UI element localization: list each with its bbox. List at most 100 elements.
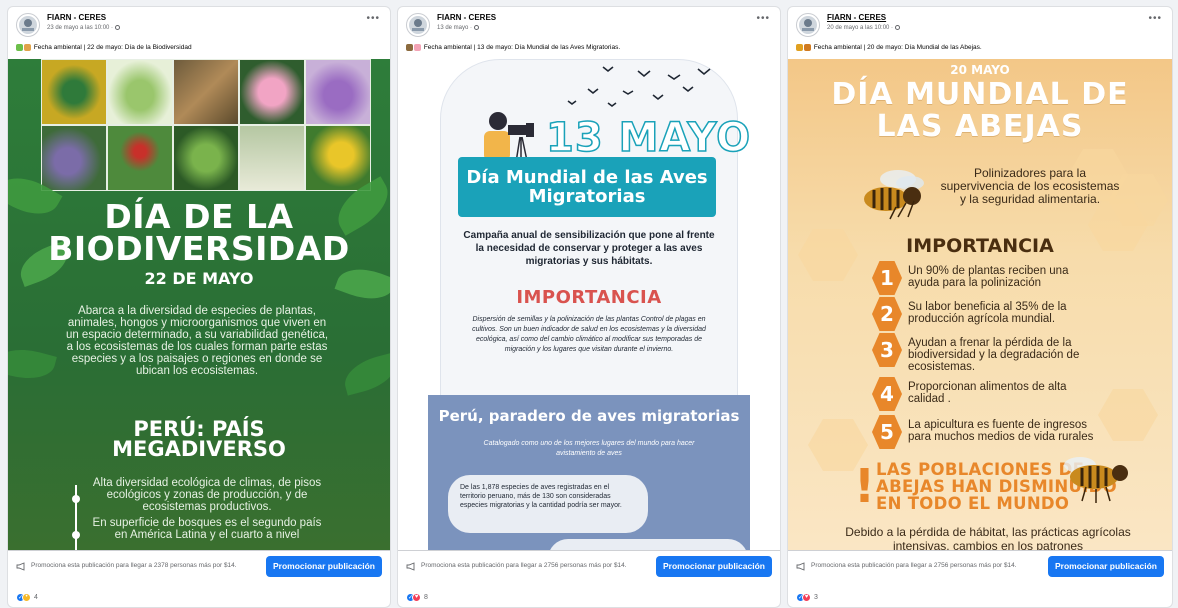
- more-dots-icon: •••: [366, 13, 380, 24]
- photo-fern: [173, 125, 239, 191]
- globe-icon: [473, 24, 479, 30]
- timeline-dot: [72, 531, 80, 539]
- bees-tail-text: Debido a la pérdida de hábitat, las prác…: [845, 525, 1131, 550]
- photo-thistle: [41, 125, 107, 191]
- post-card-biodiversidad: FIARN - CERES 23 de mayo a las 10:00 · •…: [7, 6, 391, 608]
- post-image[interactable]: DÍA DE LA BIODIVERSIDAD 22 DE MAYO Abarc…: [8, 59, 390, 550]
- caption-text: Fecha ambiental | 22 de mayo: Día de la …: [33, 44, 192, 51]
- photo-mosquito: [239, 125, 305, 191]
- more-dots-icon: •••: [756, 13, 770, 24]
- reaction-count[interactable]: 4: [34, 594, 38, 601]
- bees-item-text: Su labor beneficia al 35% de la producci…: [908, 301, 1067, 325]
- bee-emoji-icon: [796, 43, 803, 51]
- photo-yellow-flower: [305, 125, 371, 191]
- more-options-button[interactable]: •••: [366, 13, 380, 24]
- bird-emoji-icon: [406, 43, 413, 51]
- bees-item-text: La apicultura es fuente de ingresos para…: [908, 419, 1094, 443]
- post-header: FIARN - CERES 13 de mayo · •••: [398, 7, 780, 43]
- care-icon: •: [22, 592, 31, 602]
- post-time[interactable]: 20 de mayo a las 10:00 ·: [827, 24, 900, 33]
- bees-pollinators-text: Polinizadores para la supervivencia de l…: [940, 166, 1120, 206]
- page-name[interactable]: FIARN - CERES: [437, 13, 496, 23]
- promo-bar: Promociona esta publicación para llegar …: [8, 550, 390, 581]
- bio-description: Abarca a la diversidad de especies de pl…: [65, 305, 329, 377]
- bees-item-1: 1 Un 90% de plantas reciben una ayuda pa…: [872, 261, 1102, 295]
- honeycomb-decoration: [1098, 389, 1158, 441]
- page-name[interactable]: FIARN - CERES: [47, 13, 120, 23]
- more-options-button[interactable]: •••: [1148, 13, 1162, 24]
- birds-importance-text: Dispersión de semillas y la polinización…: [472, 316, 706, 353]
- reaction-summary[interactable]: ✓ ♥ 8: [406, 587, 428, 607]
- leaf-decoration: [8, 342, 57, 386]
- bio-subtitle-line2: MEGADIVERSO: [112, 437, 286, 461]
- promo-bar: Promociona esta publicación para llegar …: [788, 550, 1172, 581]
- post-card-abejas: FIARN - CERES 20 de mayo a las 10:00 · •…: [787, 6, 1173, 608]
- bio-title-line2: BIODIVERSIDAD: [48, 229, 350, 268]
- bees-may-label: 20 MAYO: [950, 63, 1010, 77]
- peru-subtitle: Catalogado como uno de los mejores lugar…: [483, 440, 695, 457]
- honey-emoji-icon: [804, 43, 811, 51]
- post-image[interactable]: 13 MAYO Día Mundial de las Aves Migrator…: [398, 59, 780, 550]
- love-icon: ♥: [802, 592, 811, 602]
- megaphone-icon: [796, 561, 805, 571]
- post-header: FIARN - CERES 23 de mayo a las 10:00 · •…: [8, 7, 390, 43]
- snail-emoji-icon: [24, 43, 31, 51]
- post-time-text[interactable]: 13 de mayo ·: [437, 25, 472, 31]
- megaphone-icon: [16, 561, 25, 571]
- birds-banner-line2: Migratorias: [528, 186, 646, 207]
- bio-date: 22 DE MAYO: [144, 269, 254, 288]
- reaction-count[interactable]: 3: [814, 594, 818, 601]
- reaction-count[interactable]: 8: [424, 594, 428, 601]
- bees-item-text: Proporcionan alimentos de alta calidad .: [908, 381, 1067, 405]
- post-time-text[interactable]: 23 de mayo a las 10:00 ·: [47, 25, 113, 31]
- bio-subtitle-line1: PERÚ: PAÍS: [133, 417, 265, 441]
- bees-item-text: Un 90% de plantas reciben una ayuda para…: [908, 265, 1069, 289]
- feather-emoji-icon: [414, 43, 421, 51]
- promote-post-button[interactable]: Promocionar publicación: [655, 555, 772, 577]
- page-avatar[interactable]: [406, 13, 430, 37]
- peru-fact-bubble: De las 1,878 especies de aves registrada…: [448, 475, 648, 533]
- post-caption: Fecha ambiental | 22 de mayo: Día de la …: [8, 43, 390, 57]
- peru-fact-bubble-2: [548, 539, 748, 550]
- timeline-dot: [72, 495, 80, 503]
- photo-ladybug: [107, 125, 173, 191]
- post-time-text[interactable]: 20 de mayo a las 10:00 ·: [827, 25, 893, 31]
- post-time[interactable]: 23 de mayo a las 10:00 ·: [47, 24, 120, 33]
- peru-title: Perú, paradero de aves migratorias: [438, 407, 740, 425]
- reaction-summary[interactable]: ✓ • 4: [16, 587, 38, 607]
- bees-item-4: 4 Proporcionan alimentos de alta calidad…: [872, 377, 1102, 411]
- globe-icon: [894, 24, 900, 30]
- photo-bud: [107, 59, 173, 125]
- caption-text: Fecha ambiental | 13 de mayo: Día Mundia…: [423, 44, 621, 51]
- promote-post-button[interactable]: Promocionar publicación: [1047, 555, 1164, 577]
- bio-title: DÍA DE LA BIODIVERSIDAD: [8, 200, 390, 268]
- more-dots-icon: •••: [1148, 13, 1162, 24]
- page-avatar[interactable]: [796, 13, 820, 37]
- bees-title-line2: LAS ABEJAS: [876, 109, 1084, 144]
- bio-point-2: En superficie de bosques es el segundo p…: [92, 517, 322, 541]
- bees-title: DÍA MUNDIAL DE LAS ABEJAS: [788, 79, 1172, 143]
- peru-section: Perú, paradero de aves migratorias Catal…: [428, 395, 750, 550]
- hex-number-5: 5: [872, 415, 902, 449]
- flying-birds-icon: [567, 66, 711, 107]
- caption-text: Fecha ambiental | 20 de mayo: Día Mundia…: [813, 44, 982, 51]
- more-options-button[interactable]: •••: [756, 13, 770, 24]
- page-name[interactable]: FIARN - CERES: [827, 13, 900, 23]
- reaction-summary[interactable]: ✓ ♥ 3: [796, 587, 818, 607]
- bio-point-1: Alta diversidad ecológica de climas, de …: [92, 477, 322, 513]
- photo-waterlily: [239, 59, 305, 125]
- hex-number-1: 1: [872, 261, 902, 295]
- birds-date: 13 MAYO: [545, 114, 752, 162]
- ceres-logo-icon: [409, 16, 427, 34]
- bees-item-5: 5 La apicultura es fuente de ingresos pa…: [872, 415, 1102, 449]
- bee-illustration-2: [1064, 457, 1128, 503]
- megaphone-icon: [406, 561, 415, 571]
- birds-lead: Campaña anual de sensibilización que pon…: [463, 230, 715, 267]
- promo-text: Promociona esta publicación para llegar …: [31, 562, 237, 569]
- post-image[interactable]: 20 MAYO DÍA MUNDIAL DE LAS ABEJAS Polini…: [788, 59, 1172, 550]
- bee-illustration: [864, 170, 924, 220]
- post-time[interactable]: 13 de mayo ·: [437, 24, 496, 33]
- hex-number-2: 2: [872, 297, 902, 331]
- page-avatar[interactable]: [16, 13, 40, 37]
- promote-post-button[interactable]: Promocionar publicación: [265, 555, 382, 577]
